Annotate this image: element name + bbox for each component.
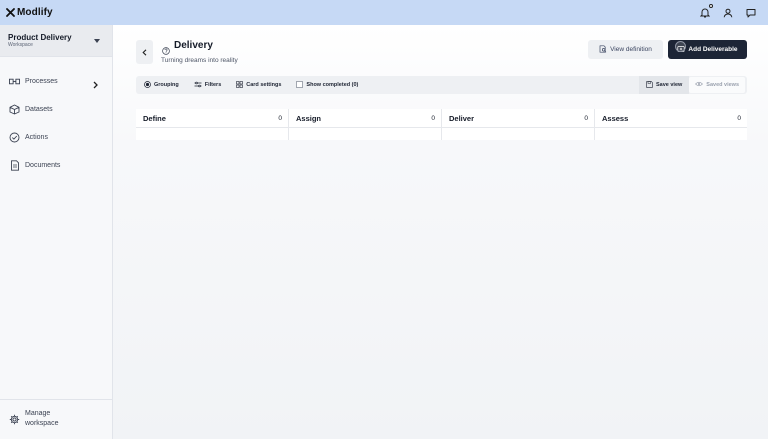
- app-name: Modlify: [17, 7, 53, 18]
- column-count: 0: [431, 114, 435, 122]
- save-icon: [646, 80, 656, 90]
- save-view-label: Save view: [655, 82, 683, 88]
- column-header: Deliver 0: [442, 109, 594, 128]
- chevron-left-icon: [142, 43, 147, 61]
- chat-icon[interactable]: [745, 7, 756, 18]
- sidebar-item-datasets[interactable]: Datasets: [0, 95, 112, 123]
- checkbox-icon: [296, 80, 306, 90]
- sliders-icon: [194, 81, 205, 90]
- show-completed-checkbox[interactable]: Show completed (0): [296, 80, 359, 90]
- gear-icon: [9, 414, 20, 425]
- column-name: Deliver: [449, 113, 475, 123]
- filters-button[interactable]: Filters: [194, 81, 222, 90]
- radio-selected-icon: [144, 80, 154, 90]
- column-header: Assign 0: [289, 109, 441, 128]
- saved-views-button[interactable]: Saved views: [689, 77, 745, 93]
- kanban-board: Define 0 Assign 0 Deliver 0 Assess 0: [136, 109, 747, 140]
- sidebar-item-actions[interactable]: Actions: [0, 123, 112, 151]
- column-name: Define: [143, 113, 166, 123]
- grouping-button[interactable]: Grouping: [144, 80, 179, 90]
- user-icon[interactable]: [722, 7, 733, 18]
- view-definition-label: View definition: [610, 46, 652, 53]
- caret-down-icon: [94, 38, 100, 43]
- workspace-name: Product Delivery: [8, 32, 72, 42]
- top-bar: Modlify: [0, 0, 768, 25]
- sidebar-item-processes[interactable]: Processes: [0, 67, 112, 95]
- processes-icon: [9, 76, 20, 87]
- board-toolbar: Grouping Filters Card settings Show comp…: [136, 76, 747, 94]
- page-title: Delivery: [174, 40, 213, 51]
- notification-dot: [709, 4, 713, 8]
- column-assign: Assign 0: [289, 109, 442, 140]
- workspace-label: Workspace: [8, 41, 33, 48]
- cube-icon: [9, 104, 20, 115]
- sidebar-item-label: Processes: [25, 77, 58, 85]
- eye-icon: [695, 81, 706, 89]
- mouse-cursor: [675, 41, 686, 52]
- sidebar: Product Delivery Workspace Processes Dat…: [0, 25, 113, 439]
- logo-icon: [6, 8, 15, 17]
- sidebar-nav: Processes Datasets Actions Documents: [0, 57, 112, 179]
- column-count: 0: [278, 114, 282, 122]
- saved-views-label: Saved views: [706, 82, 739, 88]
- grid-icon: [236, 80, 246, 90]
- column-assess: Assess 0: [595, 109, 747, 140]
- card-settings-label: Card settings: [246, 82, 282, 88]
- back-button[interactable]: [136, 40, 153, 64]
- main-content: Delivery Turning dreams into reality Vie…: [113, 25, 768, 439]
- workspace-selector[interactable]: Product Delivery Workspace: [0, 25, 112, 57]
- column-name: Assess: [602, 113, 629, 123]
- add-deliverable-label: Add Deliverable: [688, 46, 738, 53]
- filters-label: Filters: [204, 82, 222, 88]
- save-view-button[interactable]: Save view: [638, 76, 690, 94]
- column-count: 0: [584, 114, 588, 122]
- show-completed-label: Show completed (0): [306, 82, 359, 88]
- chevron-right-icon: [93, 76, 98, 94]
- document-icon: [9, 159, 20, 171]
- view-definition-button[interactable]: View definition: [588, 40, 663, 59]
- column-header: Define 0: [136, 109, 288, 128]
- sidebar-item-documents[interactable]: Documents: [0, 151, 112, 179]
- document-search-icon: [599, 44, 610, 55]
- sidebar-item-label: Actions: [25, 133, 48, 141]
- sidebar-item-label: Documents: [25, 161, 61, 169]
- sidebar-divider: [0, 399, 112, 400]
- column-name: Assign: [296, 113, 322, 123]
- page-subtitle: Turning dreams into reality: [161, 57, 238, 64]
- help-icon[interactable]: [162, 42, 170, 55]
- bell-icon[interactable]: [699, 4, 713, 18]
- column-deliver: Deliver 0: [442, 109, 595, 140]
- manage-workspace-button[interactable]: Manage workspace: [9, 409, 75, 429]
- sidebar-item-label: Datasets: [25, 105, 53, 113]
- manage-workspace-label: Manage workspace: [25, 410, 59, 427]
- card-settings-button[interactable]: Card settings: [236, 80, 282, 90]
- column-header: Assess 0: [595, 109, 747, 128]
- column-define: Define 0: [136, 109, 289, 140]
- app-logo[interactable]: Modlify: [6, 0, 53, 25]
- column-count: 0: [737, 114, 741, 122]
- check-circle-icon: [9, 132, 20, 143]
- page-header: Delivery: [162, 40, 213, 55]
- grouping-label: Grouping: [154, 82, 179, 88]
